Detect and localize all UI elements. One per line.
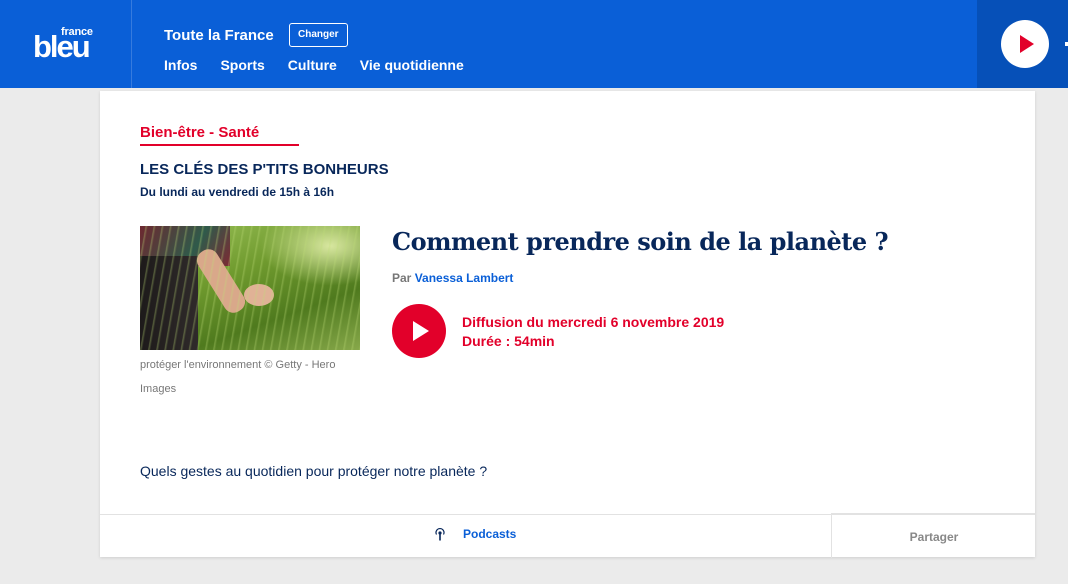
logo-big-text: bleu	[33, 29, 91, 64]
france-bleu-logo[interactable]: france bleu	[0, 0, 132, 88]
nav-item-sports[interactable]: Sports	[220, 57, 264, 73]
podcasts-link[interactable]: Podcasts	[434, 527, 516, 541]
play-episode-button[interactable]	[392, 304, 446, 358]
live-player	[977, 0, 1068, 88]
site-header: france bleu Toute la France Changer Info…	[0, 0, 1068, 88]
show-title[interactable]: LES CLÉS DES P'TITS BONHEURS	[140, 161, 389, 178]
play-icon[interactable]	[1001, 20, 1049, 68]
show-schedule: Du lundi au vendredi de 15h à 16h	[140, 185, 335, 199]
nav-item-infos[interactable]: Infos	[164, 57, 197, 73]
main-nav: Infos Sports Culture Vie quotidienne	[164, 57, 487, 73]
broadcast-date: Diffusion du mercredi 6 novembre 2019	[462, 314, 725, 330]
podcast-icon	[434, 527, 446, 541]
episode-summary: Quels gestes au quotidien pour protéger …	[140, 463, 488, 479]
share-button[interactable]: Partager	[831, 513, 1035, 558]
nav-item-culture[interactable]: Culture	[288, 57, 337, 73]
byline-prefix: Par	[392, 271, 412, 285]
article-title: Comment prendre soin de la planète ?	[392, 227, 889, 256]
broadcast-duration: Durée : 54min	[462, 333, 555, 349]
card-footer: Podcasts Partager	[100, 513, 1035, 558]
byline: Par Vanessa Lambert	[392, 271, 513, 285]
author-link[interactable]: Vanessa Lambert	[415, 271, 514, 285]
category-label[interactable]: Bien-être - Santé	[140, 124, 299, 146]
region-name: Toute la France	[164, 27, 274, 44]
episode-card: Bien-être - Santé LES CLÉS DES P'TITS BO…	[100, 91, 1035, 558]
episode-image	[140, 226, 360, 350]
change-region-button[interactable]: Changer	[289, 23, 348, 47]
nav-item-vie-quotidienne[interactable]: Vie quotidienne	[360, 57, 464, 73]
image-caption: protéger l'environnement © Getty - Hero …	[140, 359, 336, 395]
broadcast-info: Diffusion du mercredi 6 novembre 2019 Du…	[462, 313, 724, 351]
podcasts-label: Podcasts	[463, 527, 517, 541]
share-label: Partager	[909, 530, 959, 544]
